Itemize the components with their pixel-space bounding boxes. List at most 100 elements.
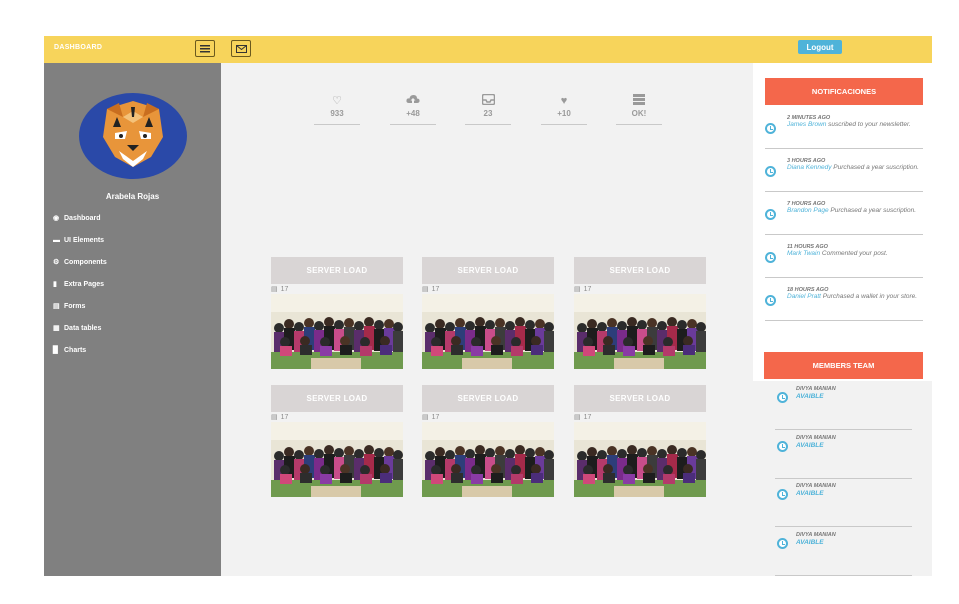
notification-user-link[interactable]: Mark Twain <box>787 250 820 257</box>
member-item[interactable]: DIVYA MANIAN AVAIBLE <box>775 431 912 479</box>
clock-icon <box>765 252 776 263</box>
card-title: SERVER LOAD <box>574 257 706 284</box>
forms-icon: ▤ <box>53 303 60 310</box>
list-icon: ▤ <box>271 414 278 421</box>
notification-user-link[interactable]: Brandon Page <box>787 207 829 214</box>
notification-message: Commented your post. <box>820 250 888 257</box>
brand-title[interactable]: DASHBOARD <box>54 44 102 51</box>
server-load-card: SERVER LOAD ▤ 17 <box>574 257 706 374</box>
elements-icon: ▬ <box>53 236 60 244</box>
table-icon: ▦ <box>53 325 60 332</box>
sidebar-item-forms[interactable]: ▤ Forms <box>53 295 107 317</box>
clock-icon <box>777 392 788 403</box>
sidebar-item-label: Data tables <box>64 324 102 332</box>
stat-value: 23 <box>483 109 493 118</box>
list-icon: ▤ <box>422 414 429 421</box>
notification-item[interactable]: 2 MINUTES AGO James Brown suscribed to y… <box>765 106 923 149</box>
card-title: SERVER LOAD <box>574 385 706 412</box>
menu-icon <box>200 44 210 52</box>
sidebar-item-extra-pages[interactable]: ▮ Extra Pages <box>53 273 107 295</box>
notification-text: James Brown suscribed to your newsletter… <box>787 121 919 129</box>
bar-chart-icon: ▉ <box>53 347 59 354</box>
notification-message: Purchased a wallet in your store. <box>820 293 918 300</box>
sidebar-item-label: Components <box>64 258 107 266</box>
member-status: AVAIBLE <box>796 539 824 546</box>
sidebar-item-charts[interactable]: ▉ Charts <box>53 339 107 361</box>
card-count: 17 <box>280 413 289 421</box>
mail-icon <box>235 44 247 53</box>
sidebar-item-dashboard[interactable]: ◉ Dashboard <box>53 207 107 229</box>
notification-text: Brandon Page Purchased a year suscriptio… <box>787 207 919 215</box>
group-photo <box>422 422 554 497</box>
gear-icon: ⚙ <box>53 259 60 266</box>
notification-user-link[interactable]: James Brown <box>787 121 826 128</box>
list-icon: ▤ <box>422 286 429 293</box>
heart-outline-icon: ♡ <box>332 95 342 107</box>
member-item[interactable]: DIVYA MANIAN AVAIBLE <box>775 382 912 430</box>
stat-divider <box>465 124 511 125</box>
notification-message: suscribed to your newsletter. <box>826 121 911 128</box>
notification-message: Purchased a year suscription. <box>831 164 919 171</box>
cloud-upload-icon <box>390 94 436 108</box>
members-title: MEMBERS TEAM <box>764 352 923 379</box>
notification-user-link[interactable]: Diana Kennedy <box>787 164 831 171</box>
notification-text: Daniel Pratt Purchased a wallet in your … <box>787 293 919 301</box>
notification-user-link[interactable]: Daniel Pratt <box>787 293 821 300</box>
server-load-card: SERVER LOAD ▤ 17 <box>574 385 706 502</box>
notification-item[interactable]: 3 HOURS AGO Diana Kennedy Purchased a ye… <box>765 149 923 192</box>
sidebar-item-label: Extra Pages <box>64 280 105 288</box>
notifications-title: NOTIFICACIONES <box>765 78 923 105</box>
member-status: AVAIBLE <box>796 490 824 497</box>
sidebar-nav: ◉ Dashboard ▬ UI Elements ⚙ Components ▮ Ext… <box>53 207 107 361</box>
member-name: DIVYA MANIAN <box>796 483 836 489</box>
clock-icon <box>765 209 776 220</box>
stat-inbox: 23 <box>465 93 511 125</box>
stat-divider <box>541 124 587 125</box>
card-meta: ▤ 17 <box>574 284 706 294</box>
server-load-card: SERVER LOAD ▤ 17 <box>271 385 403 502</box>
tiger-avatar-icon <box>103 101 163 167</box>
card-count: 17 <box>431 413 440 421</box>
dashboard-icon: ◉ <box>53 215 60 222</box>
group-photo <box>271 422 403 497</box>
member-name: DIVYA MANIAN <box>796 532 836 538</box>
card-meta: ▤ 17 <box>422 284 554 294</box>
stat-value: 933 <box>330 109 344 118</box>
sidebar-item-label: Forms <box>64 302 86 310</box>
member-item[interactable]: DIVYA MANIAN AVAIBLE <box>775 479 912 527</box>
card-count: 17 <box>583 285 592 293</box>
notification-item[interactable]: 18 HOURS AGO Daniel Pratt Purchased a wa… <box>765 278 923 321</box>
stat-divider <box>390 124 436 125</box>
clock-icon <box>765 123 776 134</box>
logout-button[interactable]: Logout <box>798 40 842 54</box>
card-meta: ▤ 17 <box>574 412 706 422</box>
card-count: 17 <box>280 285 289 293</box>
notification-item[interactable]: 11 HOURS AGO Mark Twain Commented your p… <box>765 235 923 278</box>
mail-button[interactable] <box>231 40 251 57</box>
notification-text: Mark Twain Commented your post. <box>787 250 919 258</box>
clock-icon <box>777 538 788 549</box>
list-icon: ▤ <box>574 414 581 421</box>
stat-favorites: ♥ +10 <box>541 94 587 125</box>
notification-item[interactable]: 7 HOURS AGO Brandon Page Purchased a yea… <box>765 192 923 235</box>
inbox-icon <box>465 93 511 108</box>
member-item[interactable]: DIVYA MANIAN AVAIBLE <box>775 528 912 576</box>
clock-icon <box>777 441 788 452</box>
sidebar-item-data-tables[interactable]: ▦ Data tables <box>53 317 107 339</box>
member-status: AVAIBLE <box>796 393 824 400</box>
stat-likes: ♡ 933 <box>314 94 360 125</box>
notifications-panel: NOTIFICACIONES 2 MINUTES AGO James Brown… <box>753 63 932 381</box>
member-status: AVAIBLE <box>796 442 824 449</box>
card-title: SERVER LOAD <box>271 257 403 284</box>
heart-icon: ♥ <box>560 95 568 107</box>
sidebar-item-label: Charts <box>64 346 87 354</box>
menu-toggle-button[interactable] <box>195 40 215 57</box>
server-icon <box>616 94 662 108</box>
top-bar: DASHBOARD Logout <box>44 36 932 63</box>
card-title: SERVER LOAD <box>422 257 554 284</box>
card-meta: ▤ 17 <box>271 284 403 294</box>
server-load-card: SERVER LOAD ▤ 17 <box>422 385 554 502</box>
sidebar-item-ui-elements[interactable]: ▬ UI Elements <box>53 229 107 251</box>
stat-value: +48 <box>406 109 420 118</box>
sidebar-item-components[interactable]: ⚙ Components <box>53 251 107 273</box>
